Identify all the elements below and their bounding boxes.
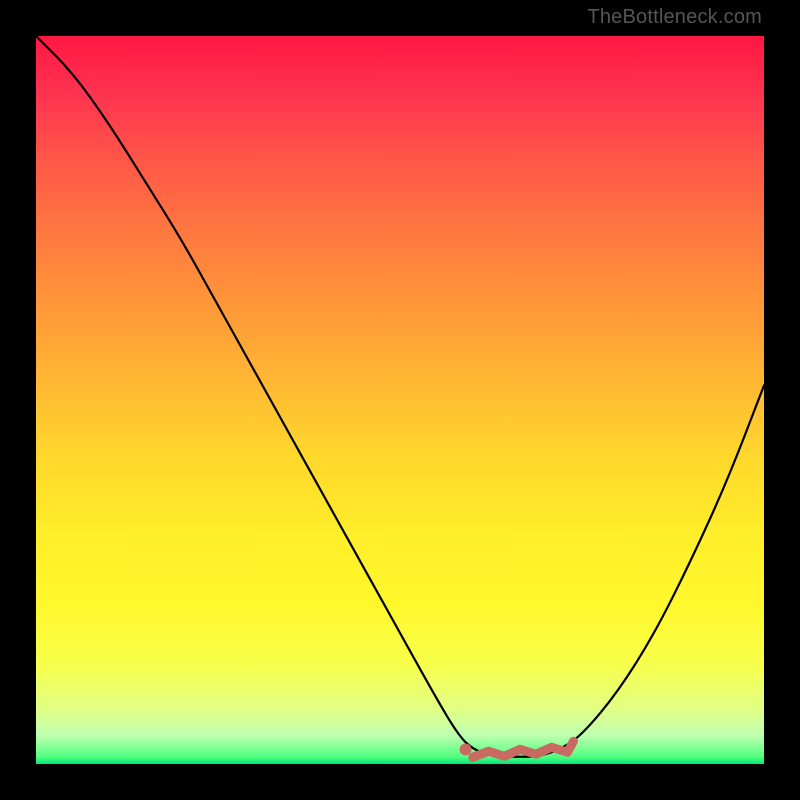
optimal-point-marker — [460, 743, 472, 755]
chart-svg — [36, 36, 764, 764]
attribution-label: TheBottleneck.com — [587, 6, 762, 29]
bottleneck-curve — [36, 36, 764, 757]
optimal-range-marker — [473, 741, 574, 757]
gradient-plot-area — [36, 36, 764, 764]
